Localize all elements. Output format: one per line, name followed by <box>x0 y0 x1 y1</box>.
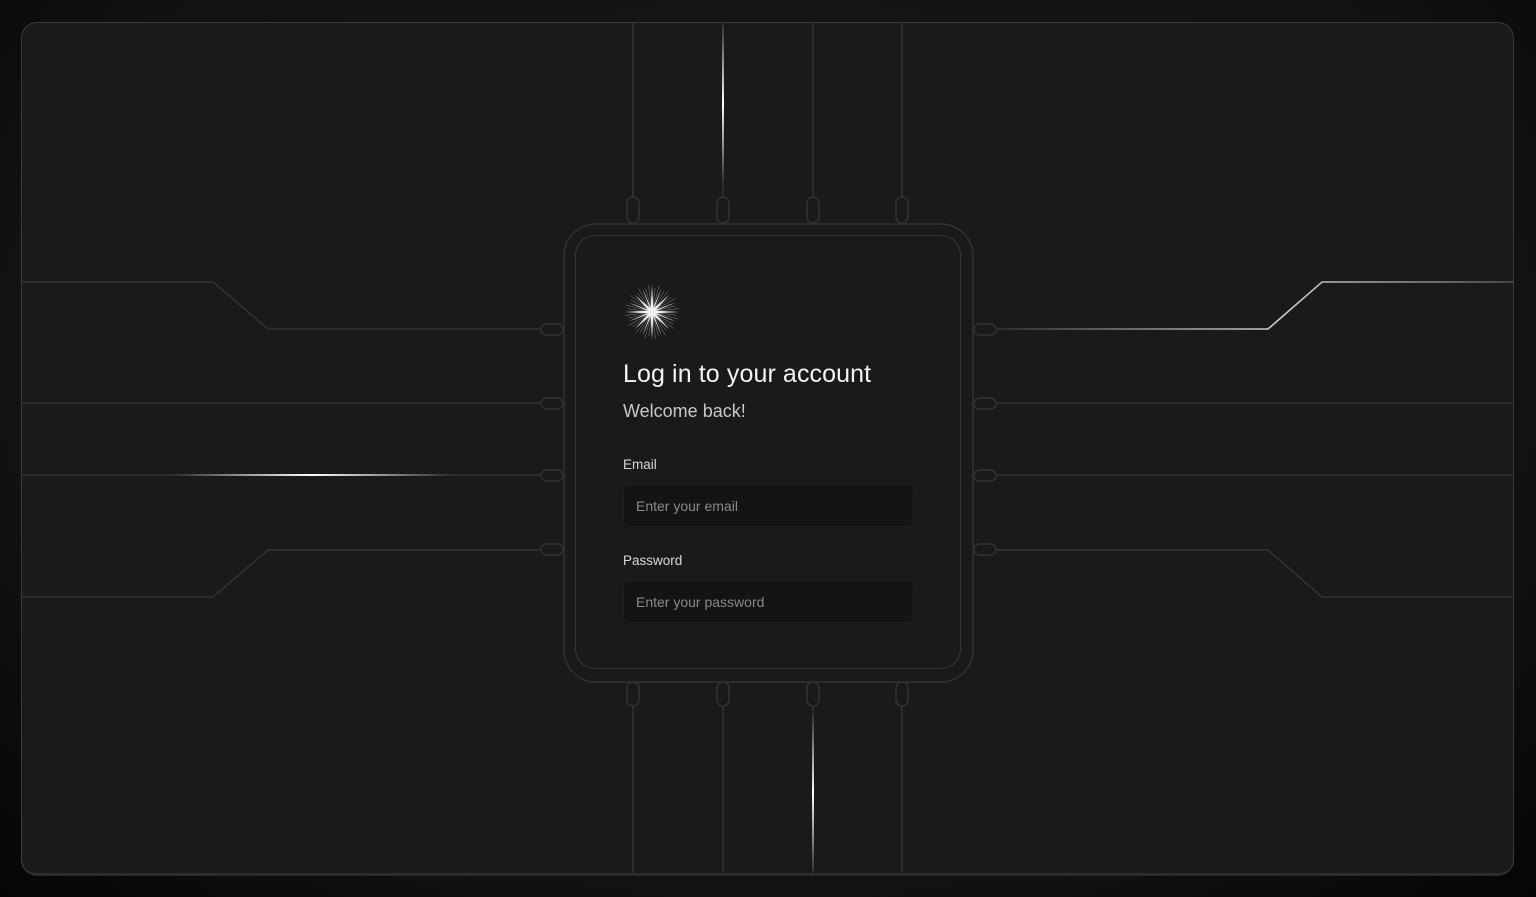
glow-left <box>172 474 452 476</box>
trace-left-1 <box>22 281 541 330</box>
email-input[interactable] <box>623 484 914 527</box>
glow-top <box>722 23 724 183</box>
starburst-icon <box>624 284 680 340</box>
glow-bottom <box>812 713 814 873</box>
trace-right-1 <box>996 281 1513 330</box>
trace-right-4 <box>996 549 1513 598</box>
password-input[interactable] <box>623 580 914 623</box>
login-card: Log in to your account Welcome back! Ema… <box>575 235 961 669</box>
page-subtitle: Welcome back! <box>623 401 746 421</box>
email-label: Email <box>623 457 657 472</box>
password-label: Password <box>623 553 683 568</box>
glow-right <box>996 281 1513 330</box>
trace-left-4 <box>22 549 541 598</box>
page-title: Log in to your account <box>623 360 872 388</box>
